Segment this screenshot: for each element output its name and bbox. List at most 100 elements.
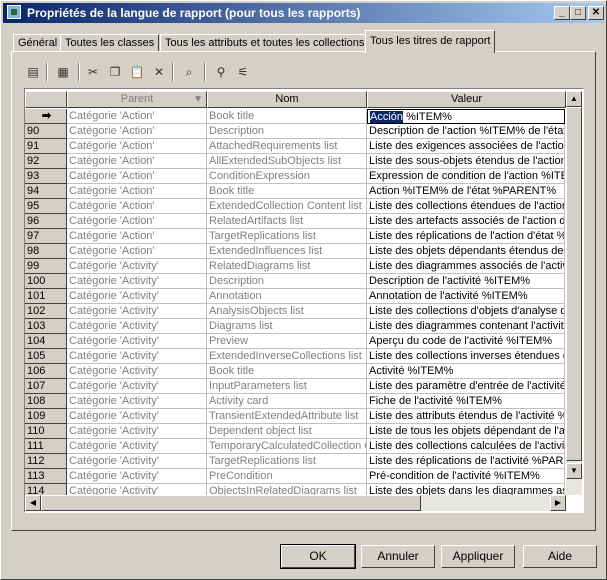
cell-valeur[interactable]: Liste des paramètre d'entrée de l'activi… [367,379,565,394]
column-header-nom[interactable]: Nom [207,91,367,108]
cell-nom[interactable]: RelatedArtifacts list [207,214,367,229]
table-row[interactable]: 101 Catégorie 'Activity' Annotation Annotat… [25,289,565,304]
cell-parent[interactable]: Catégorie 'Activity' [67,304,207,319]
cell-valeur[interactable]: Liste des diagrammes associés de l'activ… [367,259,565,274]
cell-nom[interactable]: Book title [207,364,367,379]
cell-nom[interactable]: Description [207,124,367,139]
cell-valeur[interactable]: Pré-condition de l'activité %ITEM% [367,469,565,484]
cell-nom[interactable]: TransientExtendedAttribute list [207,409,367,424]
cell-valeur[interactable]: Liste des artefacts associés de l'action… [367,214,565,229]
cell-parent[interactable]: Catégorie 'Activity' [67,469,207,484]
table-row[interactable]: 106 Catégorie 'Activity' Book title Activit… [25,364,565,379]
cell-parent[interactable]: Catégorie 'Activity' [67,259,207,274]
cell-nom[interactable]: ExtendedInfluences list [207,244,367,259]
table-row[interactable]: 113 Catégorie 'Activity' PreCondition Pré-c… [25,469,565,484]
table-row[interactable]: 109 Catégorie 'Activity' TransientExtended… [25,409,565,424]
cell-nom[interactable]: Annotation [207,289,367,304]
table-row[interactable]: 95 Catégorie 'Action' ExtendedCollection C… [25,199,565,214]
close-button[interactable]: ✕ [588,6,604,20]
table-row[interactable]: 99 Catégorie 'Activity' RelatedDiagrams li… [25,259,565,274]
cell-nom[interactable]: Dependent object list [207,424,367,439]
cell-nom[interactable]: AttachedRequirements list [207,139,367,154]
cell-valeur[interactable]: Description de l'action %ITEM% de l'état… [367,124,565,139]
delete-icon[interactable]: ✕ [150,63,168,81]
cell-parent[interactable]: Catégorie 'Action' [67,229,207,244]
help-button[interactable]: Aide [523,545,597,568]
cell-parent[interactable]: Catégorie 'Activity' [67,409,207,424]
table-row[interactable]: 111 Catégorie 'Activity' TemporaryCalculat… [25,439,565,454]
cell-valeur[interactable]: Liste des exigences associées de l'actio… [367,139,565,154]
horizontal-scrollbar[interactable]: ◀ ▶ [25,495,566,511]
cell-nom[interactable]: TargetReplications list [207,229,367,244]
cancel-button[interactable]: Annuler [361,545,435,568]
cell-valeur[interactable]: Liste des réplications de l'activité %PA… [367,454,565,469]
cell-parent[interactable]: Catégorie 'Action' [67,214,207,229]
cell-nom[interactable]: Book title [207,109,367,124]
vertical-scrollbar[interactable]: ▲ ▼ [566,91,582,495]
cell-parent[interactable]: Catégorie 'Activity' [67,439,207,454]
cell-nom[interactable]: Description [207,274,367,289]
cell-nom[interactable]: AllExtendedSubObjects list [207,154,367,169]
copy-icon[interactable]: ❐ [106,63,124,81]
apply-button[interactable]: Appliquer [441,545,515,568]
cell-valeur[interactable]: Action %ITEM% de l'état %PARENT% [367,184,565,199]
cell-valeur[interactable]: Liste des objets dépendants étendus de l… [367,244,565,259]
table-row[interactable]: 102 Catégorie 'Activity' AnalysisObjects l… [25,304,565,319]
cell-nom[interactable]: AnalysisObjects list [207,304,367,319]
cell-nom[interactable]: ExtendedInverseCollections list [207,349,367,364]
cell-nom[interactable]: Activity card [207,394,367,409]
cell-nom[interactable]: TemporaryCalculatedCollection Content [207,439,367,454]
minimize-button[interactable]: _ [554,6,570,20]
table-row[interactable]: 114 Catégorie 'Activity' ObjectsInRelatedD… [25,484,565,495]
tab-all-attributes-collections[interactable]: Tous les attributs et toutes les collect… [160,34,370,52]
cell-parent[interactable]: Catégorie 'Activity' [67,424,207,439]
horizontal-scroll-thumb[interactable] [41,495,421,511]
find-icon[interactable]: ⌕ [180,63,198,81]
title-bar[interactable]: Propriétés de la langue de rapport (pour… [3,3,604,23]
cell-parent[interactable]: Catégorie 'Activity' [67,349,207,364]
cell-parent[interactable]: Catégorie 'Activity' [67,394,207,409]
dropdown-arrow-icon[interactable]: ▼ [193,92,203,107]
cell-valeur[interactable]: Aperçu du code de l'activité %ITEM% [367,334,565,349]
filter-icon[interactable]: ⚲ [212,63,230,81]
cell-parent[interactable]: Catégorie 'Activity' [67,334,207,349]
cell-parent[interactable]: Catégorie 'Action' [67,169,207,184]
cell-parent[interactable]: Catégorie 'Activity' [67,379,207,394]
cell-nom[interactable]: TargetReplications list [207,454,367,469]
table-row[interactable]: 108 Catégorie 'Activity' Activity card Fich… [25,394,565,409]
cell-parent[interactable]: Catégorie 'Activity' [67,484,207,495]
cell-parent[interactable]: Catégorie 'Action' [67,124,207,139]
table-row[interactable]: 98 Catégorie 'Action' ExtendedInfluences l… [25,244,565,259]
cell-parent[interactable]: Catégorie 'Activity' [67,274,207,289]
cell-parent[interactable]: Catégorie 'Activity' [67,454,207,469]
cell-nom[interactable]: Preview [207,334,367,349]
table-row[interactable]: 91 Catégorie 'Action' AttachedRequirements… [25,139,565,154]
cell-valeur[interactable]: Liste des diagrammes contenant l'activit… [367,319,565,334]
cell-valeur[interactable]: Activité %ITEM% [367,364,565,379]
table-row[interactable]: 97 Catégorie 'Action' TargetReplications l… [25,229,565,244]
ok-button[interactable]: OK [280,544,356,569]
table-row[interactable]: 104 Catégorie 'Activity' Preview Aperçu du … [25,334,565,349]
tab-all-report-titles[interactable]: Tous les titres de rapport [365,30,496,53]
table-row[interactable]: 103 Catégorie 'Activity' Diagrams list List… [25,319,565,334]
table-row[interactable]: 93 Catégorie 'Action' ConditionExpression E… [25,169,565,184]
cell-valeur[interactable]: Description de l'activité %ITEM% [367,274,565,289]
cell-parent[interactable]: Catégorie 'Activity' [67,319,207,334]
cell-parent[interactable]: Catégorie 'Action' [67,154,207,169]
cell-nom[interactable]: InputParameters list [207,379,367,394]
cell-valeur[interactable]: Liste des sous-objets étendus de l'actio… [367,154,565,169]
maximize-button[interactable]: □ [570,6,586,20]
cell-valeur[interactable]: Liste de tous les objets dépendant de l'… [367,424,565,439]
cell-valeur[interactable]: Liste des collections inverses étendues … [367,349,565,364]
scroll-right-button[interactable]: ▶ [550,495,566,511]
cell-parent[interactable]: Catégorie 'Activity' [67,364,207,379]
cell-valeur[interactable]: Annotation de l'activité %ITEM% [367,289,565,304]
cell-parent[interactable]: Catégorie 'Action' [67,109,207,124]
table-row[interactable]: 94 Catégorie 'Action' Book title Action %IT… [25,184,565,199]
column-header-valeur[interactable]: Valeur [367,91,566,108]
cut-icon[interactable]: ✂ [84,63,102,81]
filter-clear-icon[interactable]: ⚟ [234,63,252,81]
table-row[interactable]: 92 Catégorie 'Action' AllExtendedSubObject… [25,154,565,169]
properties-icon[interactable]: ▤ [24,63,42,81]
cell-valeur[interactable]: Fiche de l'activité %ITEM% [367,394,565,409]
